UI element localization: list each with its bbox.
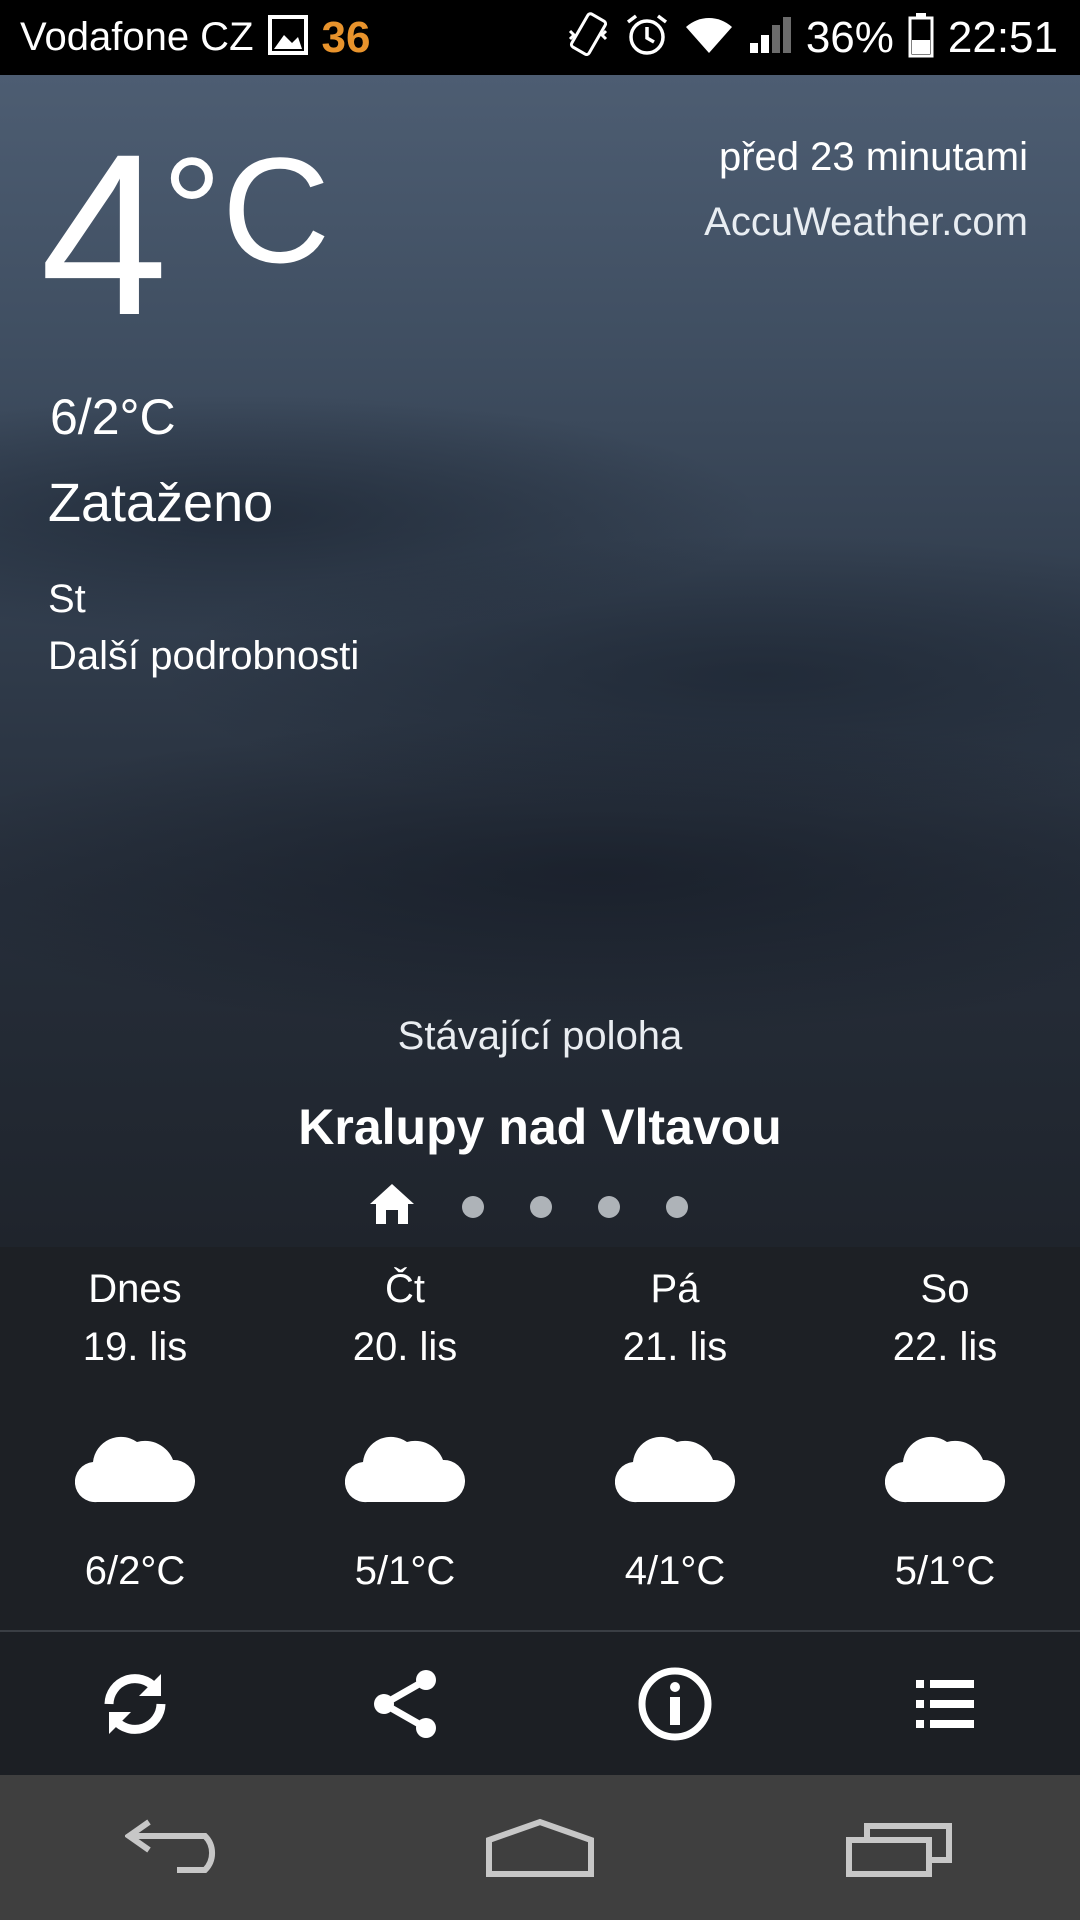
vibrate-icon <box>566 11 610 64</box>
forecast-date: 20. lis <box>352 1325 458 1369</box>
wifi-icon <box>684 15 734 60</box>
refresh-icon <box>104 1673 166 1734</box>
pager-dot[interactable] <box>530 1195 552 1218</box>
back-icon <box>125 1819 216 1873</box>
system-nav-bar <box>0 1775 1080 1920</box>
cloud-icon <box>345 1436 465 1503</box>
clock: 22:51 <box>947 12 1058 62</box>
share-button[interactable] <box>270 1632 540 1775</box>
pager-dot[interactable] <box>462 1195 484 1218</box>
pager-dot[interactable] <box>598 1195 620 1218</box>
recents-icon <box>846 1822 952 1877</box>
temperature-value: 4 <box>40 106 168 363</box>
info-button[interactable] <box>540 1632 810 1775</box>
alarm-icon <box>624 12 670 63</box>
forecast-day[interactable]: Dnes 19. lis 6/2°C <box>0 1247 270 1630</box>
forecast-day-name: Čt <box>385 1267 425 1311</box>
notification-count: 36 <box>321 12 371 62</box>
recents-button[interactable] <box>720 1775 1080 1920</box>
forecast-temp: 5/1°C <box>894 1549 996 1593</box>
forecast-date: 19. lis <box>82 1325 188 1369</box>
forecast-day[interactable]: So 22. lis 5/1°C <box>810 1247 1080 1630</box>
more-details-link[interactable]: Další podrobnosti <box>48 634 359 679</box>
battery-percent: 36% <box>805 12 894 62</box>
signal-icon <box>748 15 792 60</box>
forecast-day-name: Dnes <box>88 1267 182 1311</box>
home-button[interactable] <box>360 1775 720 1920</box>
forecast-day[interactable]: Čt 20. lis 5/1°C <box>270 1247 540 1630</box>
battery-icon <box>908 12 934 63</box>
back-button[interactable] <box>0 1775 360 1920</box>
source-link[interactable]: AccuWeather.com <box>704 200 1028 245</box>
list-button[interactable] <box>810 1632 1080 1775</box>
temperature-unit: °C <box>161 126 331 294</box>
forecast-day-name: So <box>920 1267 970 1311</box>
forecast-temp: 4/1°C <box>624 1549 726 1593</box>
share-icon <box>374 1669 436 1738</box>
weather-screen: Vodafone CZ 36 36% 22:51 4°C před 23 min… <box>0 0 1080 1920</box>
location-name: Kralupy nad Vltavou <box>298 1099 782 1155</box>
cloud-icon <box>615 1436 735 1503</box>
refresh-button[interactable] <box>0 1632 270 1775</box>
forecast-date: 22. lis <box>892 1325 998 1369</box>
current-day: St <box>48 577 86 621</box>
current-temperature: 4°C <box>40 120 330 350</box>
carrier-name: Vodafone CZ <box>20 15 254 59</box>
info-icon <box>638 1667 712 1740</box>
high-low-temperature: 6/2°C <box>50 389 176 445</box>
home-icon <box>486 1818 594 1877</box>
list-icon <box>916 1679 974 1728</box>
pager-dot[interactable] <box>666 1195 688 1218</box>
weather-condition: Zataženo <box>48 473 274 533</box>
home-location-icon[interactable] <box>368 1182 416 1231</box>
image-icon <box>267 15 308 60</box>
forecast-date: 21. lis <box>622 1325 728 1369</box>
location-pager[interactable] <box>368 1182 688 1231</box>
forecast-temp: 6/2°C <box>84 1549 186 1593</box>
forecast-temp: 5/1°C <box>354 1549 456 1593</box>
cloud-icon <box>885 1436 1005 1503</box>
forecast-day-name: Pá <box>650 1267 700 1311</box>
last-updated: před 23 minutami <box>718 135 1028 179</box>
location-label: Stávající poloha <box>397 1014 683 1058</box>
action-bar <box>0 1632 1080 1775</box>
cloud-icon <box>75 1436 195 1503</box>
forecast-day[interactable]: Pá 21. lis 4/1°C <box>540 1247 810 1630</box>
status-bar: Vodafone CZ 36 36% 22:51 <box>0 0 1080 75</box>
forecast-strip: Dnes 19. lis 6/2°C Čt 20. lis 5/1°C Pá 2… <box>0 1247 1080 1630</box>
